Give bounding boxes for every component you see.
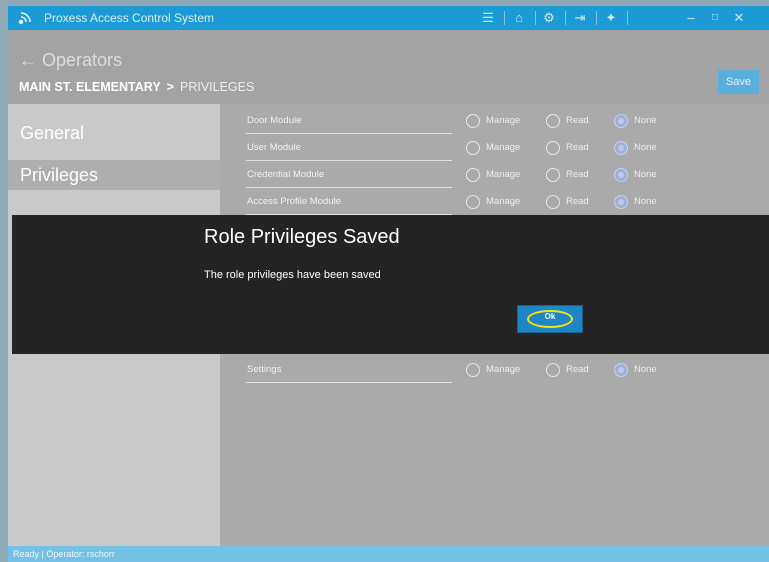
radio-selected-icon [614, 141, 628, 155]
radio-icon [546, 114, 560, 128]
module-label: User Module [247, 142, 301, 153]
back-link-operators[interactable]: ← Operators [19, 50, 122, 71]
radio-icon [466, 195, 480, 209]
maximize-icon[interactable]: □ [708, 9, 722, 27]
notification-icon[interactable]: ✦ [602, 9, 620, 27]
radio-icon [546, 141, 560, 155]
toolbar-separator [565, 11, 566, 25]
option-label: Manage [486, 196, 521, 207]
radio-icon [546, 195, 560, 209]
row-divider [246, 160, 452, 161]
module-label: Door Module [247, 115, 302, 126]
option-label: None [634, 115, 657, 126]
radio-icon [546, 168, 560, 182]
radio-selected-icon [614, 114, 628, 128]
module-label: Settings [247, 364, 282, 375]
option-label: Read [566, 169, 589, 180]
privilege-row: Credential Module Manage Read None [220, 162, 769, 189]
status-bar: Ready | Operator: rschorr [8, 546, 769, 562]
breadcrumb-org: MAIN ST. ELEMENTARY [19, 80, 161, 94]
privilege-row: User Module Manage Read None [220, 135, 769, 162]
option-label: None [634, 142, 657, 153]
radio-selected-icon [614, 363, 628, 377]
row-divider [246, 187, 452, 188]
proxess-logo-icon [18, 12, 31, 25]
module-label: Access Profile Module [247, 196, 341, 207]
sidebar-item-privileges[interactable]: Privileges [8, 160, 220, 190]
option-label: Read [566, 364, 589, 375]
row-divider [246, 133, 452, 134]
option-label: Read [566, 142, 589, 153]
home-icon[interactable]: ⌂ [510, 9, 528, 27]
option-label: Read [566, 115, 589, 126]
breadcrumb-current: PRIVILEGES [179, 80, 255, 94]
app-title: Proxess Access Control System [44, 11, 215, 25]
option-label: Manage [486, 115, 521, 126]
logout-icon[interactable]: ⇥ [571, 9, 589, 27]
page-header: ← Operators MAIN ST. ELEMENTARY > PRIVILEG… [8, 30, 769, 104]
radio-icon [466, 363, 480, 377]
breadcrumb: MAIN ST. ELEMENTARY > PRIVILEGES [19, 80, 254, 94]
radio-icon [466, 114, 480, 128]
title-bar: Proxess Access Control System ☰ ⌂ ⚙ ⇥ ✦ … [8, 6, 769, 30]
dialog-message: The role privileges have been saved [204, 269, 381, 281]
close-icon[interactable]: ✕ [732, 9, 746, 27]
gear-icon[interactable]: ⚙ [540, 9, 558, 27]
option-label: None [634, 169, 657, 180]
save-button[interactable]: Save [718, 70, 759, 94]
radio-icon [546, 363, 560, 377]
privilege-row: Settings Manage Read None [220, 357, 769, 384]
privilege-row: Access Profile Module Manage Read None [220, 189, 769, 216]
toolbar-separator [596, 11, 597, 25]
breadcrumb-separator: > [166, 80, 174, 94]
option-label: None [634, 364, 657, 375]
toolbar-separator [627, 11, 628, 25]
option-label: None [634, 196, 657, 207]
module-label: Credential Module [247, 169, 325, 180]
radio-icon [466, 141, 480, 155]
radio-selected-icon [614, 168, 628, 182]
toolbar-separator [504, 11, 505, 25]
option-label: Read [566, 196, 589, 207]
sidebar-item-general[interactable]: General [8, 118, 220, 148]
option-label: Manage [486, 142, 521, 153]
radio-icon [466, 168, 480, 182]
option-label: Manage [486, 169, 521, 180]
minimize-icon[interactable]: – [684, 9, 698, 27]
dialog-title: Role Privileges Saved [204, 226, 400, 248]
row-divider [246, 382, 452, 383]
ok-button-label: Ok [544, 312, 556, 321]
option-label: Manage [486, 364, 521, 375]
ok-button[interactable]: Ok [517, 305, 583, 333]
toolbar-separator [535, 11, 536, 25]
privilege-row: Door Module Manage Read None [220, 108, 769, 135]
menu-icon[interactable]: ☰ [480, 9, 496, 27]
radio-selected-icon [614, 195, 628, 209]
message-dialog: Role Privileges Saved The role privilege… [12, 215, 769, 354]
